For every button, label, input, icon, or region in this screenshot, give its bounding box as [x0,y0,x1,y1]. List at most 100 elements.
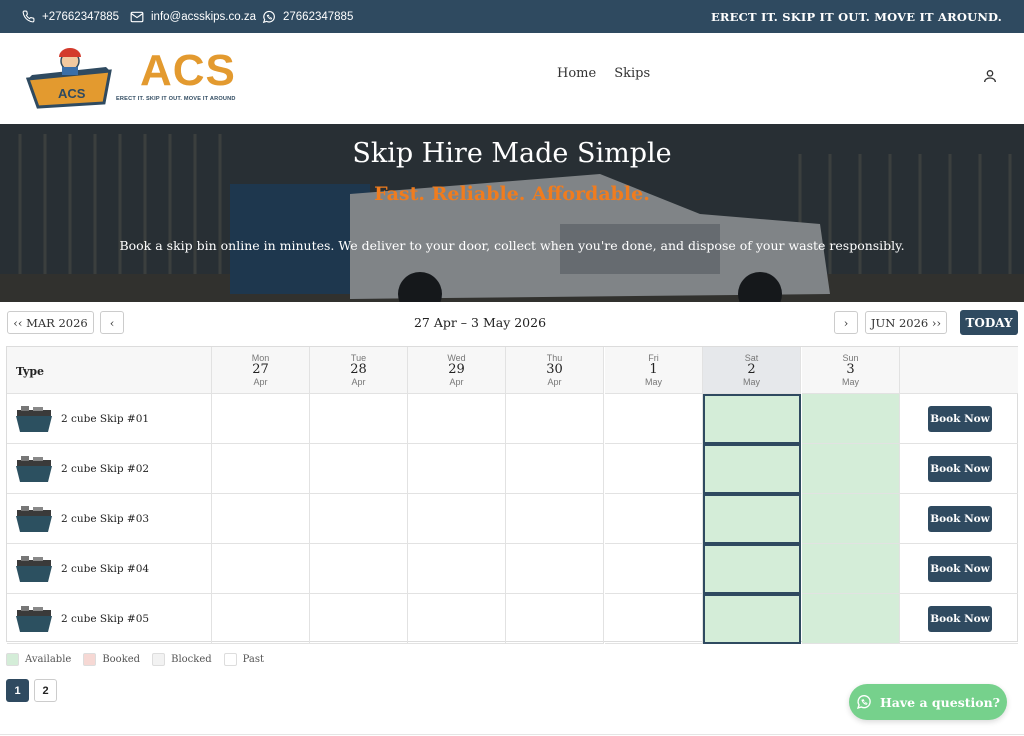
day-cell-past [310,444,408,494]
type-column-header: Type [7,347,212,394]
email-contact[interactable]: info@acsskips.co.za [130,0,256,33]
day-cell-past [212,394,310,444]
mail-icon [130,11,144,22]
nav-skips[interactable]: Skips [614,66,650,81]
availability-grid: Type Mon 27 Apr Tue 28 Apr Wed 29 Apr Thu 30 Apr Fri… [6,346,1018,644]
legend-item: Blocked [152,653,212,666]
hero-description: Book a skip bin online in minutes. We de… [119,238,905,253]
skip-row-label: 2 cube Skip #02 [7,444,212,494]
nav-home[interactable]: Home [557,66,596,81]
day-cell-available[interactable] [802,544,900,594]
day-cell-available[interactable] [802,394,900,444]
book-now-button[interactable]: Book Now [928,606,992,632]
skip-name: 2 cube Skip #01 [61,412,150,425]
legend-label: Available [25,654,72,665]
user-icon[interactable] [982,68,998,84]
day-number: 2 [747,362,756,377]
tagline: ERECT IT. SKIP IT OUT. MOVE IT AROUND. [710,9,1002,24]
day-cell-past [408,544,506,594]
skip-bin-icon [16,555,52,582]
page-1-button[interactable]: 1 [6,679,29,702]
day-cell-past [408,444,506,494]
have-a-question-button[interactable]: Have a question? [849,684,1007,720]
question-label: Have a question? [879,694,1001,710]
legend-item: Booked [83,653,140,666]
logo[interactable]: ACS ACS ERECT IT. SKIP IT OUT. MOVE IT A… [24,45,235,111]
day-month: Apr [253,377,268,387]
today-button[interactable]: TODAY [960,310,1018,335]
day-cell-past [506,594,604,644]
day-cell-past [605,444,703,494]
day-cell-available-selected[interactable] [703,594,801,644]
legend-swatch [152,653,166,666]
hero-title: Skip Hire Made Simple [352,138,672,169]
day-month: May [644,377,662,387]
day-cell-past [212,594,310,644]
day-cell-past [408,494,506,544]
day-cell-past [506,394,604,444]
action-column-header [900,347,1018,394]
day-header-4: Fri 1 May [605,347,703,394]
day-header-0: Mon 27 Apr [212,347,310,394]
day-cell-past [506,494,604,544]
legend-item: Available [6,653,71,666]
day-cell-past [605,394,703,444]
next-month-button[interactable]: JUN 2026 ›› [865,311,947,334]
book-now-button[interactable]: Book Now [928,456,992,482]
logo-text: ACS [140,46,236,95]
legend-label: Past [242,654,265,665]
day-cell-past [506,444,604,494]
skip-name: 2 cube Skip #04 [61,562,150,575]
next-week-button[interactable]: › [834,311,858,334]
book-now-button[interactable]: Book Now [928,506,992,532]
logo-box-text: ACS [58,86,86,101]
day-cell-available-selected[interactable] [703,494,801,544]
phone-icon [22,10,35,23]
phone-contact[interactable]: +27662347885 [22,0,119,33]
day-cell-available-selected[interactable] [703,544,801,594]
day-cell-past [310,544,408,594]
legend-swatch [6,653,19,666]
day-header-6: Sun 3 May [802,347,900,394]
legend: Available Booked Blocked Past [6,653,276,666]
legend-label: Blocked [171,654,212,665]
day-cell-past [605,544,703,594]
day-month: May [841,377,859,387]
day-cell-past [212,444,310,494]
day-cell-available[interactable] [802,444,900,494]
logo-slogan: ERECT IT. SKIP IT OUT. MOVE IT AROUND [116,96,236,102]
phone-text: +27662347885 [42,10,120,23]
book-now-button[interactable]: Book Now [928,406,992,432]
day-cell-past [408,394,506,444]
day-cell-available[interactable] [802,594,900,644]
day-number: 1 [649,362,658,377]
day-cell-past [310,394,408,444]
whatsapp-contact[interactable]: 27662347885 [262,0,353,33]
day-month: Apr [547,377,562,387]
whatsapp-icon [856,695,871,710]
page-2-button[interactable]: 2 [34,679,57,702]
day-number: 29 [448,362,465,377]
skip-bin-icon [16,455,52,482]
day-cell-past [408,594,506,644]
skip-bin-icon [16,405,52,432]
day-month: May [742,377,760,387]
day-header-3: Thu 30 Apr [506,347,604,394]
skip-row-label: 2 cube Skip #01 [7,394,212,444]
day-cell-available-selected[interactable] [703,444,801,494]
book-now-button[interactable]: Book Now [928,556,992,582]
day-cell-available-selected[interactable] [703,394,801,444]
legend-item: Past [223,653,265,666]
skip-mascot-icon: ACS [25,48,112,109]
hero-subtitle: Fast. Reliable. Affordable. [374,183,650,205]
site-header: ACS ACS ERECT IT. SKIP IT OUT. MOVE IT A… [0,33,1024,124]
skip-bin-icon [16,605,52,632]
day-cell-available[interactable] [802,494,900,544]
day-cell-past [212,494,310,544]
day-cell-past [605,594,703,644]
footer-divider [0,734,1024,735]
day-header-5: Sat 2 May [703,347,801,394]
day-header-2: Wed 29 Apr [408,347,506,394]
day-number: 3 [846,362,855,377]
skip-row-label: 2 cube Skip #03 [7,494,212,544]
